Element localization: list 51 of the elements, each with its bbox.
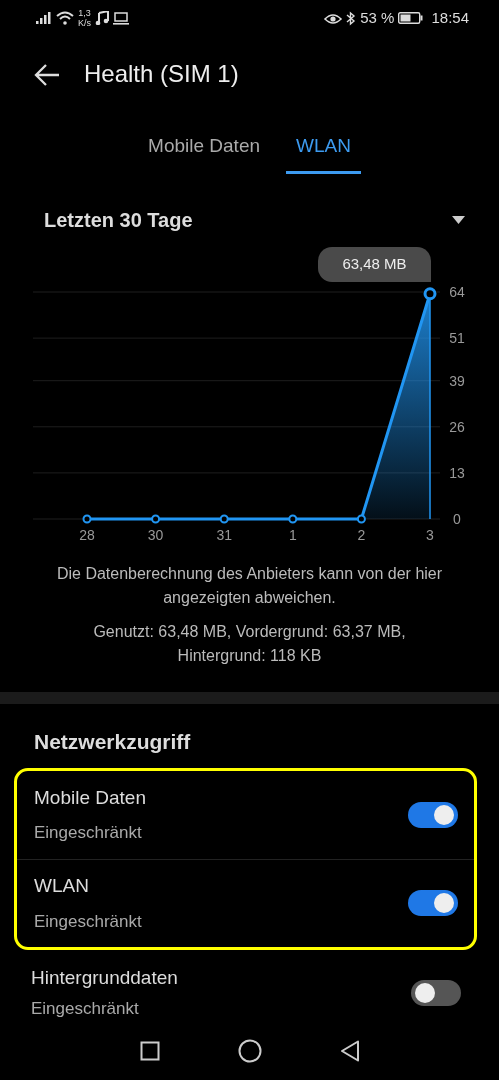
axis-label: 31	[216, 527, 232, 543]
signal-icon	[36, 12, 52, 24]
eye-icon	[324, 11, 343, 25]
music-note-icon	[95, 11, 109, 25]
network-speed-unit: K/s	[78, 18, 91, 28]
battery-percentage: 53 %	[360, 7, 395, 28]
data-point	[356, 514, 366, 524]
axis-label: 51	[449, 330, 465, 347]
setting-title: Mobile Daten	[34, 785, 146, 810]
setting-title: Hintergrunddaten	[31, 965, 178, 990]
section-title: Netzwerkzugriff	[33, 729, 192, 755]
value-tooltip: 63,48 MB	[318, 247, 431, 282]
setting-status: Eingeschränkt	[34, 822, 143, 844]
dropdown-caret-icon[interactable]	[452, 216, 465, 224]
page-title: Health (SIM 1)	[84, 59, 239, 89]
data-point	[288, 514, 298, 524]
axis-label: 64	[449, 284, 465, 300]
network-speed-value: 1,3	[78, 8, 91, 18]
laptop-icon	[113, 11, 129, 25]
axis-label: 13	[449, 464, 465, 481]
data-point	[82, 514, 92, 524]
toggle-switch[interactable]	[411, 979, 461, 1006]
bluetooth-icon	[346, 10, 357, 26]
setting-title: WLAN	[34, 874, 90, 898]
tab[interactable]: WLAN	[286, 122, 361, 174]
recent-apps-icon[interactable]	[139, 1040, 160, 1061]
axis-label: 3	[426, 527, 434, 543]
axis-label: 28	[79, 527, 95, 543]
setting-status: Eingeschränkt	[31, 998, 140, 1020]
back-button[interactable]	[34, 62, 60, 86]
back-arrow-icon	[34, 63, 60, 86]
axis-label: 26	[449, 418, 465, 435]
wifi-icon	[56, 11, 74, 25]
axis-label: 0	[453, 511, 461, 527]
clock: 18:54	[431, 7, 469, 28]
usage-summary: Genutzt: 63,48 MB, Vordergrund: 63,37 MB, Hintergrund: 118 KB	[92, 622, 407, 666]
back-icon[interactable]	[339, 1039, 360, 1062]
axis-label: 39	[449, 372, 465, 389]
axis-label: 30	[147, 527, 164, 543]
axis-label: 2	[357, 527, 366, 543]
data-point	[151, 514, 161, 524]
home-icon[interactable]	[237, 1038, 262, 1063]
setting-status: Eingeschränkt	[34, 910, 142, 933]
battery-icon	[398, 12, 424, 24]
tab[interactable]: Mobile Daten	[138, 122, 270, 174]
period-dropdown[interactable]: Letzten 30 Tage	[44, 205, 193, 235]
toggle-switch[interactable]	[408, 801, 458, 828]
disclaimer-text: Die Datenberechnung des Anbieters kann von der hier angezeigten abweichen.	[55, 564, 444, 608]
toggle-switch[interactable]	[408, 890, 458, 916]
data-point	[219, 514, 229, 524]
axis-label: 1	[288, 527, 297, 543]
